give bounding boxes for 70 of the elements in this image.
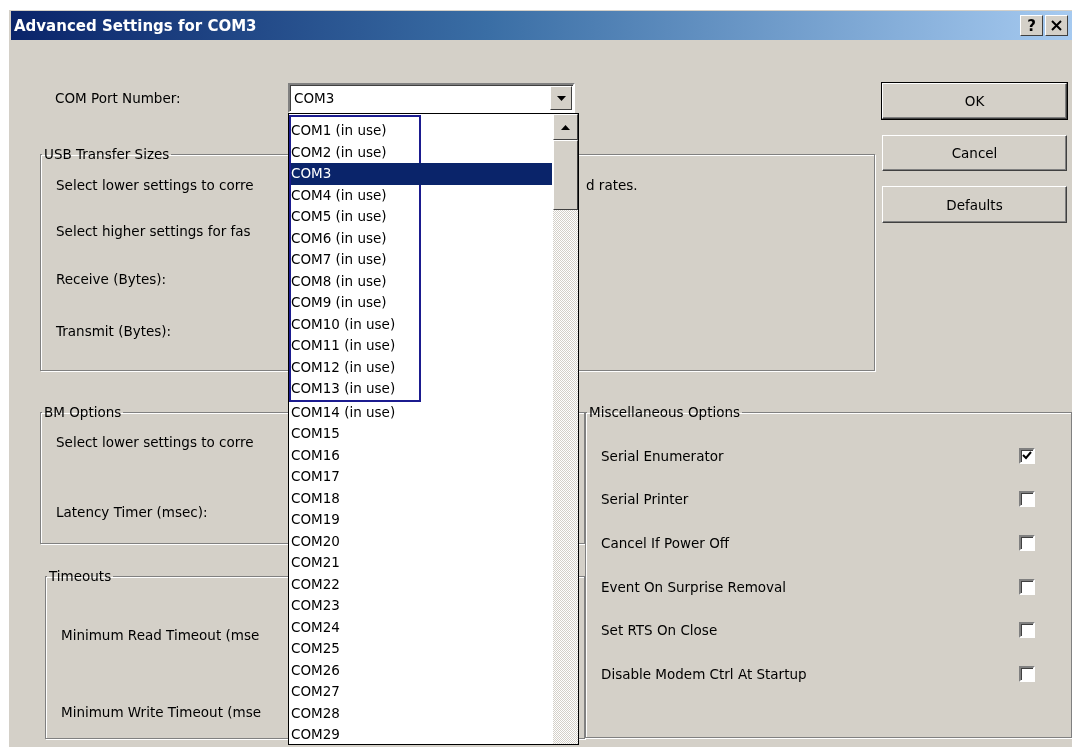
list-item[interactable]: COM10 (in use) [291, 313, 552, 335]
checkbox[interactable] [1019, 622, 1035, 639]
close-button[interactable] [1045, 15, 1068, 36]
list-item[interactable]: COM14 (in use) [291, 401, 552, 423]
field-label: Receive (Bytes): [56, 270, 168, 287]
list-item[interactable]: COM25 [291, 638, 552, 660]
list-item[interactable]: COM29 [291, 724, 552, 744]
option-label: Event On Surprise Removal [601, 578, 788, 595]
dialog-button[interactable]: Cancel [882, 135, 1067, 171]
close-icon [1051, 20, 1062, 31]
scroll-up-button[interactable] [553, 114, 578, 140]
list-item[interactable]: COM17 [291, 466, 552, 488]
list-item[interactable]: COM4 (in use) [291, 184, 552, 206]
help-button[interactable]: ? [1020, 15, 1043, 36]
caret-icon [556, 95, 566, 101]
field-label: COM Port Number: [54, 90, 182, 106]
dialog-button[interactable]: OK [882, 83, 1067, 119]
dropdown-button[interactable] [550, 86, 572, 110]
window-title: Advanced Settings for COM3 [14, 16, 258, 35]
port-select[interactable]: COM3 [288, 83, 575, 113]
list-item[interactable]: COM22 [291, 573, 552, 595]
list-item[interactable]: COM6 (in use) [291, 227, 552, 249]
checkbox[interactable] [1019, 665, 1035, 682]
group-title: BM Options [43, 404, 123, 420]
list-item[interactable]: COM26 [291, 659, 552, 681]
option-label: Cancel If Power Off [601, 535, 731, 551]
checkbox[interactable] [1019, 578, 1035, 595]
list-item[interactable]: COM3 [291, 163, 552, 185]
list-item[interactable]: COM21 [291, 552, 552, 574]
group-title: Timeouts [48, 568, 113, 584]
option-label: Disable Modem Ctrl At Startup [601, 665, 808, 682]
group-title: Miscellaneous Options [588, 404, 742, 420]
list-item[interactable]: COM5 (in use) [291, 206, 552, 228]
list-item[interactable]: COM16 [291, 444, 552, 466]
option-label: Serial Enumerator [601, 447, 725, 464]
list-item[interactable]: COM2 (in use) [291, 141, 552, 163]
list-item[interactable]: COM12 (in use) [291, 356, 552, 378]
list-item[interactable]: COM19 [291, 509, 552, 531]
list-item[interactable]: COM18 [291, 487, 552, 509]
checkbox[interactable] [1019, 447, 1035, 464]
list-item[interactable]: COM15 [291, 423, 552, 445]
field-label: Minimum Write Timeout (mse [61, 704, 262, 720]
list-item[interactable]: COM1 (in use) [291, 120, 552, 142]
list-item[interactable]: COM28 [291, 702, 552, 724]
field-label: Latency Timer (msec): [56, 504, 209, 520]
field-label: d rates. [586, 176, 638, 193]
checkbox[interactable] [1019, 491, 1035, 508]
group-title: USB Transfer Sizes [43, 146, 171, 162]
list-item[interactable]: COM13 (in use) [291, 378, 552, 400]
list-item[interactable]: COM24 [291, 616, 552, 638]
checkbox[interactable] [1019, 535, 1035, 551]
scrollbar[interactable] [553, 114, 578, 744]
list-item[interactable]: COM27 [291, 681, 552, 703]
list-item[interactable]: COM23 [291, 595, 552, 617]
field-label: Select lower settings to corre [56, 176, 255, 193]
option-label: Serial Printer [601, 491, 690, 508]
dialog-button[interactable]: Defaults [882, 186, 1067, 223]
list-item[interactable]: COM11 (in use) [291, 335, 552, 357]
list-item[interactable]: COM9 (in use) [291, 292, 552, 314]
option-label: Set RTS On Close [601, 622, 719, 639]
up-arrow-icon [561, 124, 570, 130]
field-label: Transmit (Bytes): [56, 323, 173, 339]
scroll-thumb[interactable] [553, 140, 578, 210]
field-label: Select lower settings to corre [56, 434, 255, 450]
list-item[interactable]: COM20 [291, 530, 552, 552]
field-label: Minimum Read Timeout (mse [61, 627, 261, 643]
check-icon [1022, 451, 1032, 461]
field-label: Select higher settings for fas [56, 222, 252, 239]
list-item[interactable]: COM8 (in use) [291, 270, 552, 292]
list-item[interactable]: COM7 (in use) [291, 249, 552, 271]
